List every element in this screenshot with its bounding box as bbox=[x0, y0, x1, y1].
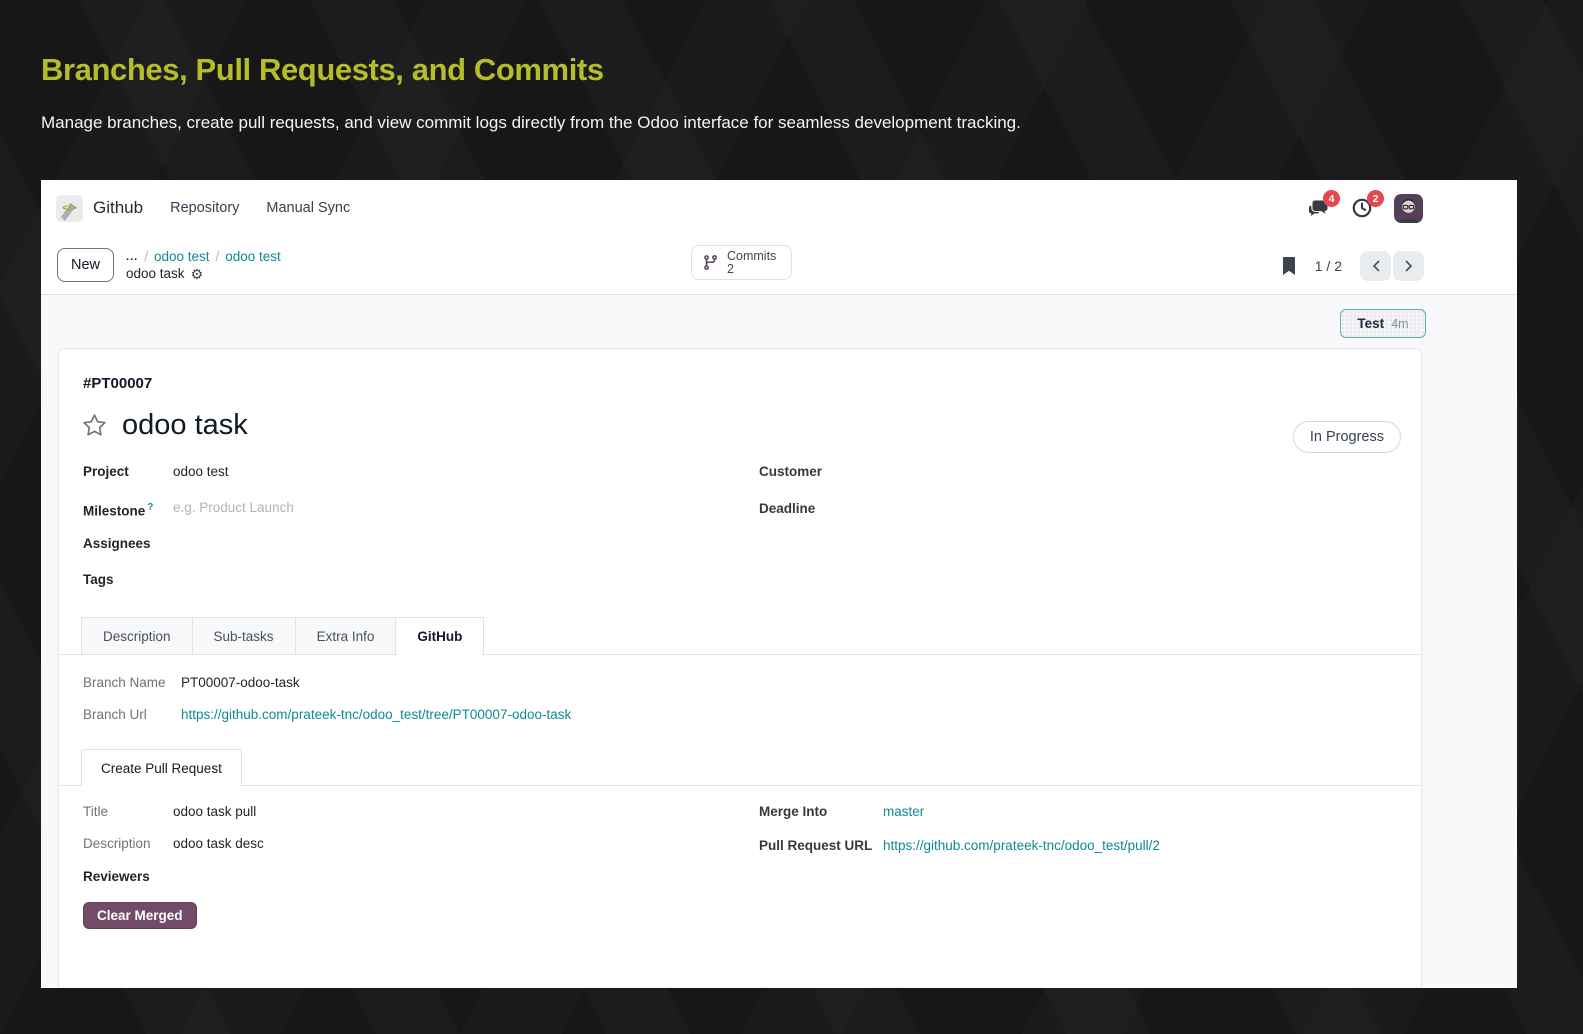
field-customer: Customer bbox=[759, 464, 883, 480]
field-pr-title: Title odoo task pull bbox=[83, 804, 256, 820]
control-panel: New ... / odoo test / odoo test odoo tas… bbox=[41, 236, 1517, 295]
branch-name-label: Branch Name bbox=[83, 675, 166, 690]
app-logo-icon[interactable]: </> bbox=[56, 194, 83, 222]
pager-next-button[interactable] bbox=[1393, 250, 1424, 281]
breadcrumb-ellipsis[interactable]: ... bbox=[126, 249, 138, 265]
odoo-window: </> Github Repository Manual Sync 4 2 Ne… bbox=[41, 180, 1517, 988]
tab-extra-info[interactable]: Extra Info bbox=[294, 617, 396, 655]
field-project-label: Project bbox=[83, 464, 129, 479]
navbar-right: 4 2 bbox=[1306, 180, 1423, 236]
field-deadline-label: Deadline bbox=[759, 501, 816, 516]
messages-button[interactable]: 4 bbox=[1306, 190, 1340, 220]
chevron-right-icon bbox=[1404, 259, 1412, 272]
pager-counter: 1 / 2 bbox=[1314, 257, 1342, 274]
pr-description-input[interactable]: odoo task desc bbox=[173, 836, 264, 852]
pull-request-url-label: Pull Request URL bbox=[759, 838, 873, 853]
pull-request-url-link[interactable]: https://github.com/prateek-tnc/odoo_test… bbox=[883, 838, 1160, 854]
breadcrumb-current: odoo task bbox=[126, 265, 185, 281]
form-view: Test 4m #PT00007 odoo task In Progress P… bbox=[41, 295, 1517, 987]
pager-previous-button[interactable] bbox=[1360, 250, 1391, 281]
git-branch-icon bbox=[704, 255, 717, 270]
app-name[interactable]: Github bbox=[93, 198, 143, 218]
chevron-left-icon bbox=[1372, 259, 1380, 272]
field-project-value[interactable]: odoo test bbox=[173, 464, 229, 480]
branch-url-link[interactable]: https://github.com/prateek-tnc/odoo_test… bbox=[181, 707, 571, 723]
new-button[interactable]: New bbox=[57, 248, 115, 282]
field-tags-label: Tags bbox=[83, 572, 114, 587]
pr-description-label: Description bbox=[83, 836, 151, 851]
field-deadline: Deadline bbox=[759, 501, 883, 517]
field-milestone: Milestone? e.g. Product Launch bbox=[83, 500, 294, 520]
field-pull-request-url: Pull Request URL https://github.com/prat… bbox=[759, 838, 1160, 854]
commits-button-label: Commits bbox=[727, 249, 777, 263]
menu-manual-sync[interactable]: Manual Sync bbox=[266, 200, 350, 216]
merge-into-label: Merge Into bbox=[759, 804, 828, 819]
field-assignees-label: Assignees bbox=[83, 536, 151, 551]
breadcrumb-separator: / bbox=[144, 248, 148, 264]
branch-url-label: Branch Url bbox=[83, 707, 147, 722]
field-tags: Tags bbox=[83, 572, 173, 588]
field-project: Project odoo test bbox=[83, 464, 229, 480]
page-title: Branches, Pull Requests, and Commits bbox=[41, 52, 604, 87]
bookmark-icon[interactable] bbox=[1281, 256, 1297, 276]
pr-title-input[interactable]: odoo task pull bbox=[173, 804, 256, 820]
task-reference: #PT00007 bbox=[83, 375, 153, 392]
activity-test-label: Test bbox=[1357, 316, 1385, 331]
tab-sub-tasks[interactable]: Sub-tasks bbox=[191, 617, 295, 655]
pager-area: 1 / 2 bbox=[1281, 236, 1424, 295]
commits-count: 2 bbox=[727, 261, 734, 276]
merge-into-value[interactable]: master bbox=[883, 804, 924, 820]
activity-test-button[interactable]: Test 4m bbox=[1340, 309, 1426, 338]
field-customer-label: Customer bbox=[759, 464, 823, 479]
field-milestone-label: Milestone? bbox=[83, 502, 154, 519]
menu-repository[interactable]: Repository bbox=[170, 200, 239, 216]
task-sheet: #PT00007 odoo task In Progress Project o… bbox=[58, 348, 1422, 987]
branch-name-value: PT00007-odoo-task bbox=[181, 675, 300, 690]
notebook-tabs: Description Sub-tasks Extra Info GitHub bbox=[81, 617, 485, 656]
breadcrumb-link-tasklist[interactable]: odoo test bbox=[225, 249, 281, 265]
messages-count-badge: 4 bbox=[1323, 190, 1340, 207]
clear-merged-button[interactable]: Clear Merged bbox=[83, 902, 197, 929]
breadcrumb: ... / odoo test / odoo test odoo task ⚙ bbox=[126, 249, 281, 282]
tab-create-pull-request[interactable]: Create Pull Request bbox=[81, 749, 242, 786]
page-subtitle: Manage branches, create pull requests, a… bbox=[41, 113, 1021, 132]
breadcrumb-link-project[interactable]: odoo test bbox=[154, 249, 210, 265]
gear-icon[interactable]: ⚙ bbox=[191, 267, 204, 281]
breadcrumb-separator: / bbox=[215, 248, 220, 264]
task-title[interactable]: odoo task bbox=[122, 409, 248, 442]
avatar[interactable] bbox=[1394, 193, 1423, 223]
page: Branches, Pull Requests, and Commits Man… bbox=[0, 0, 1583, 1034]
navbar: </> Github Repository Manual Sync 4 2 bbox=[41, 180, 1517, 236]
pr-tab-divider bbox=[59, 785, 1421, 786]
tab-description[interactable]: Description bbox=[81, 617, 192, 655]
field-merge-into: Merge Into master bbox=[759, 804, 924, 820]
commits-button[interactable]: Commits 2 bbox=[691, 245, 792, 280]
stage-badge[interactable]: In Progress bbox=[1292, 421, 1401, 453]
tab-github[interactable]: GitHub bbox=[395, 617, 485, 656]
field-branch-url: Branch Url https://github.com/prateek-tn… bbox=[83, 707, 571, 723]
help-icon: ? bbox=[147, 502, 154, 513]
star-icon[interactable] bbox=[81, 412, 108, 439]
activities-button[interactable]: 2 bbox=[1350, 190, 1384, 220]
reviewers-label: Reviewers bbox=[83, 869, 150, 884]
svg-text:</>: </> bbox=[62, 203, 77, 214]
field-assignees: Assignees bbox=[83, 536, 173, 552]
activities-count-badge: 2 bbox=[1367, 190, 1384, 207]
field-pr-description: Description odoo task desc bbox=[83, 836, 264, 852]
field-branch-name: Branch Name PT00007-odoo-task bbox=[83, 675, 300, 691]
field-milestone-input[interactable]: e.g. Product Launch bbox=[173, 500, 294, 516]
pr-title-label: Title bbox=[83, 804, 109, 819]
activity-test-time: 4m bbox=[1391, 316, 1409, 331]
